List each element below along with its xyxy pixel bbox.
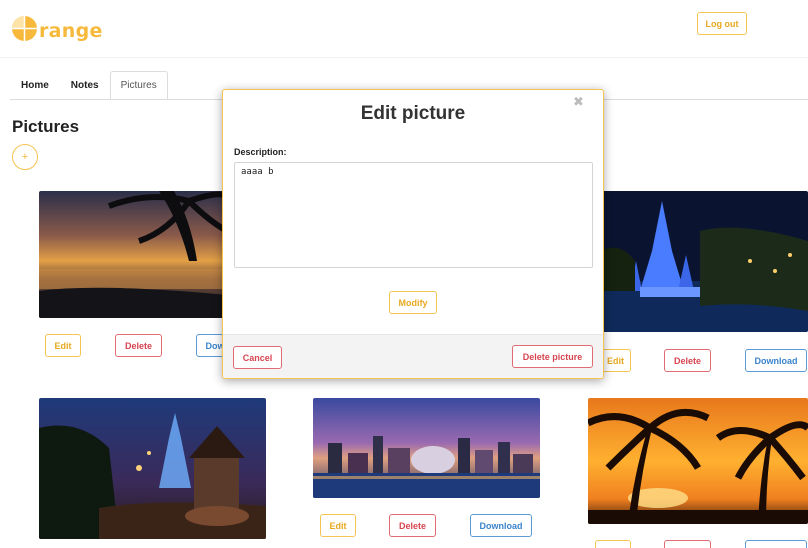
modal-footer: Cancel Delete picture: [223, 334, 603, 378]
download-button[interactable]: Download: [745, 349, 807, 372]
modify-button[interactable]: Modify: [389, 291, 437, 314]
plus-icon: +: [21, 151, 29, 163]
picture-castle-night[interactable]: [600, 191, 808, 332]
delete-picture-button[interactable]: Delete picture: [512, 345, 593, 368]
edit-button[interactable]: Edit: [600, 349, 631, 372]
download-button[interactable]: Download: [470, 514, 532, 537]
header-divider: [0, 57, 808, 58]
brand-name: range: [39, 20, 103, 42]
delete-button[interactable]: Delete: [664, 540, 711, 548]
orange-logo-icon: [12, 15, 37, 41]
modal-title: Edit picture: [360, 103, 466, 124]
brand-logo[interactable]: range: [11, 14, 103, 42]
picture-castle-well[interactable]: [39, 398, 266, 539]
tab-pictures[interactable]: Pictures: [109, 71, 168, 100]
picture-palms-sunset[interactable]: [588, 398, 808, 524]
delete-button[interactable]: Delete: [389, 514, 436, 537]
logout-button[interactable]: Log out: [697, 12, 747, 35]
description-input[interactable]: aaaa b: [234, 162, 593, 268]
download-button[interactable]: Download: [745, 540, 807, 548]
tab-notes[interactable]: Notes: [60, 71, 110, 100]
nav-tabs: Home Notes Pictures: [10, 71, 168, 100]
edit-picture-modal: Edit picture ✖ Description: aaaa b Modif…: [222, 89, 604, 379]
edit-button[interactable]: Edit: [45, 334, 81, 357]
picture-city-skyline[interactable]: [313, 398, 540, 498]
edit-button[interactable]: Edit: [320, 514, 356, 537]
add-picture-button[interactable]: +: [12, 144, 38, 170]
close-icon[interactable]: ✖: [573, 94, 584, 110]
page-title: Pictures: [12, 117, 80, 136]
edit-button[interactable]: Edit: [595, 540, 631, 548]
delete-button[interactable]: Delete: [664, 349, 711, 372]
delete-button[interactable]: Delete: [115, 334, 162, 357]
picture-sunset-beach[interactable]: [39, 191, 227, 318]
description-label: Description:: [234, 147, 287, 157]
cancel-button[interactable]: Cancel: [233, 346, 282, 369]
tab-home[interactable]: Home: [10, 71, 60, 100]
